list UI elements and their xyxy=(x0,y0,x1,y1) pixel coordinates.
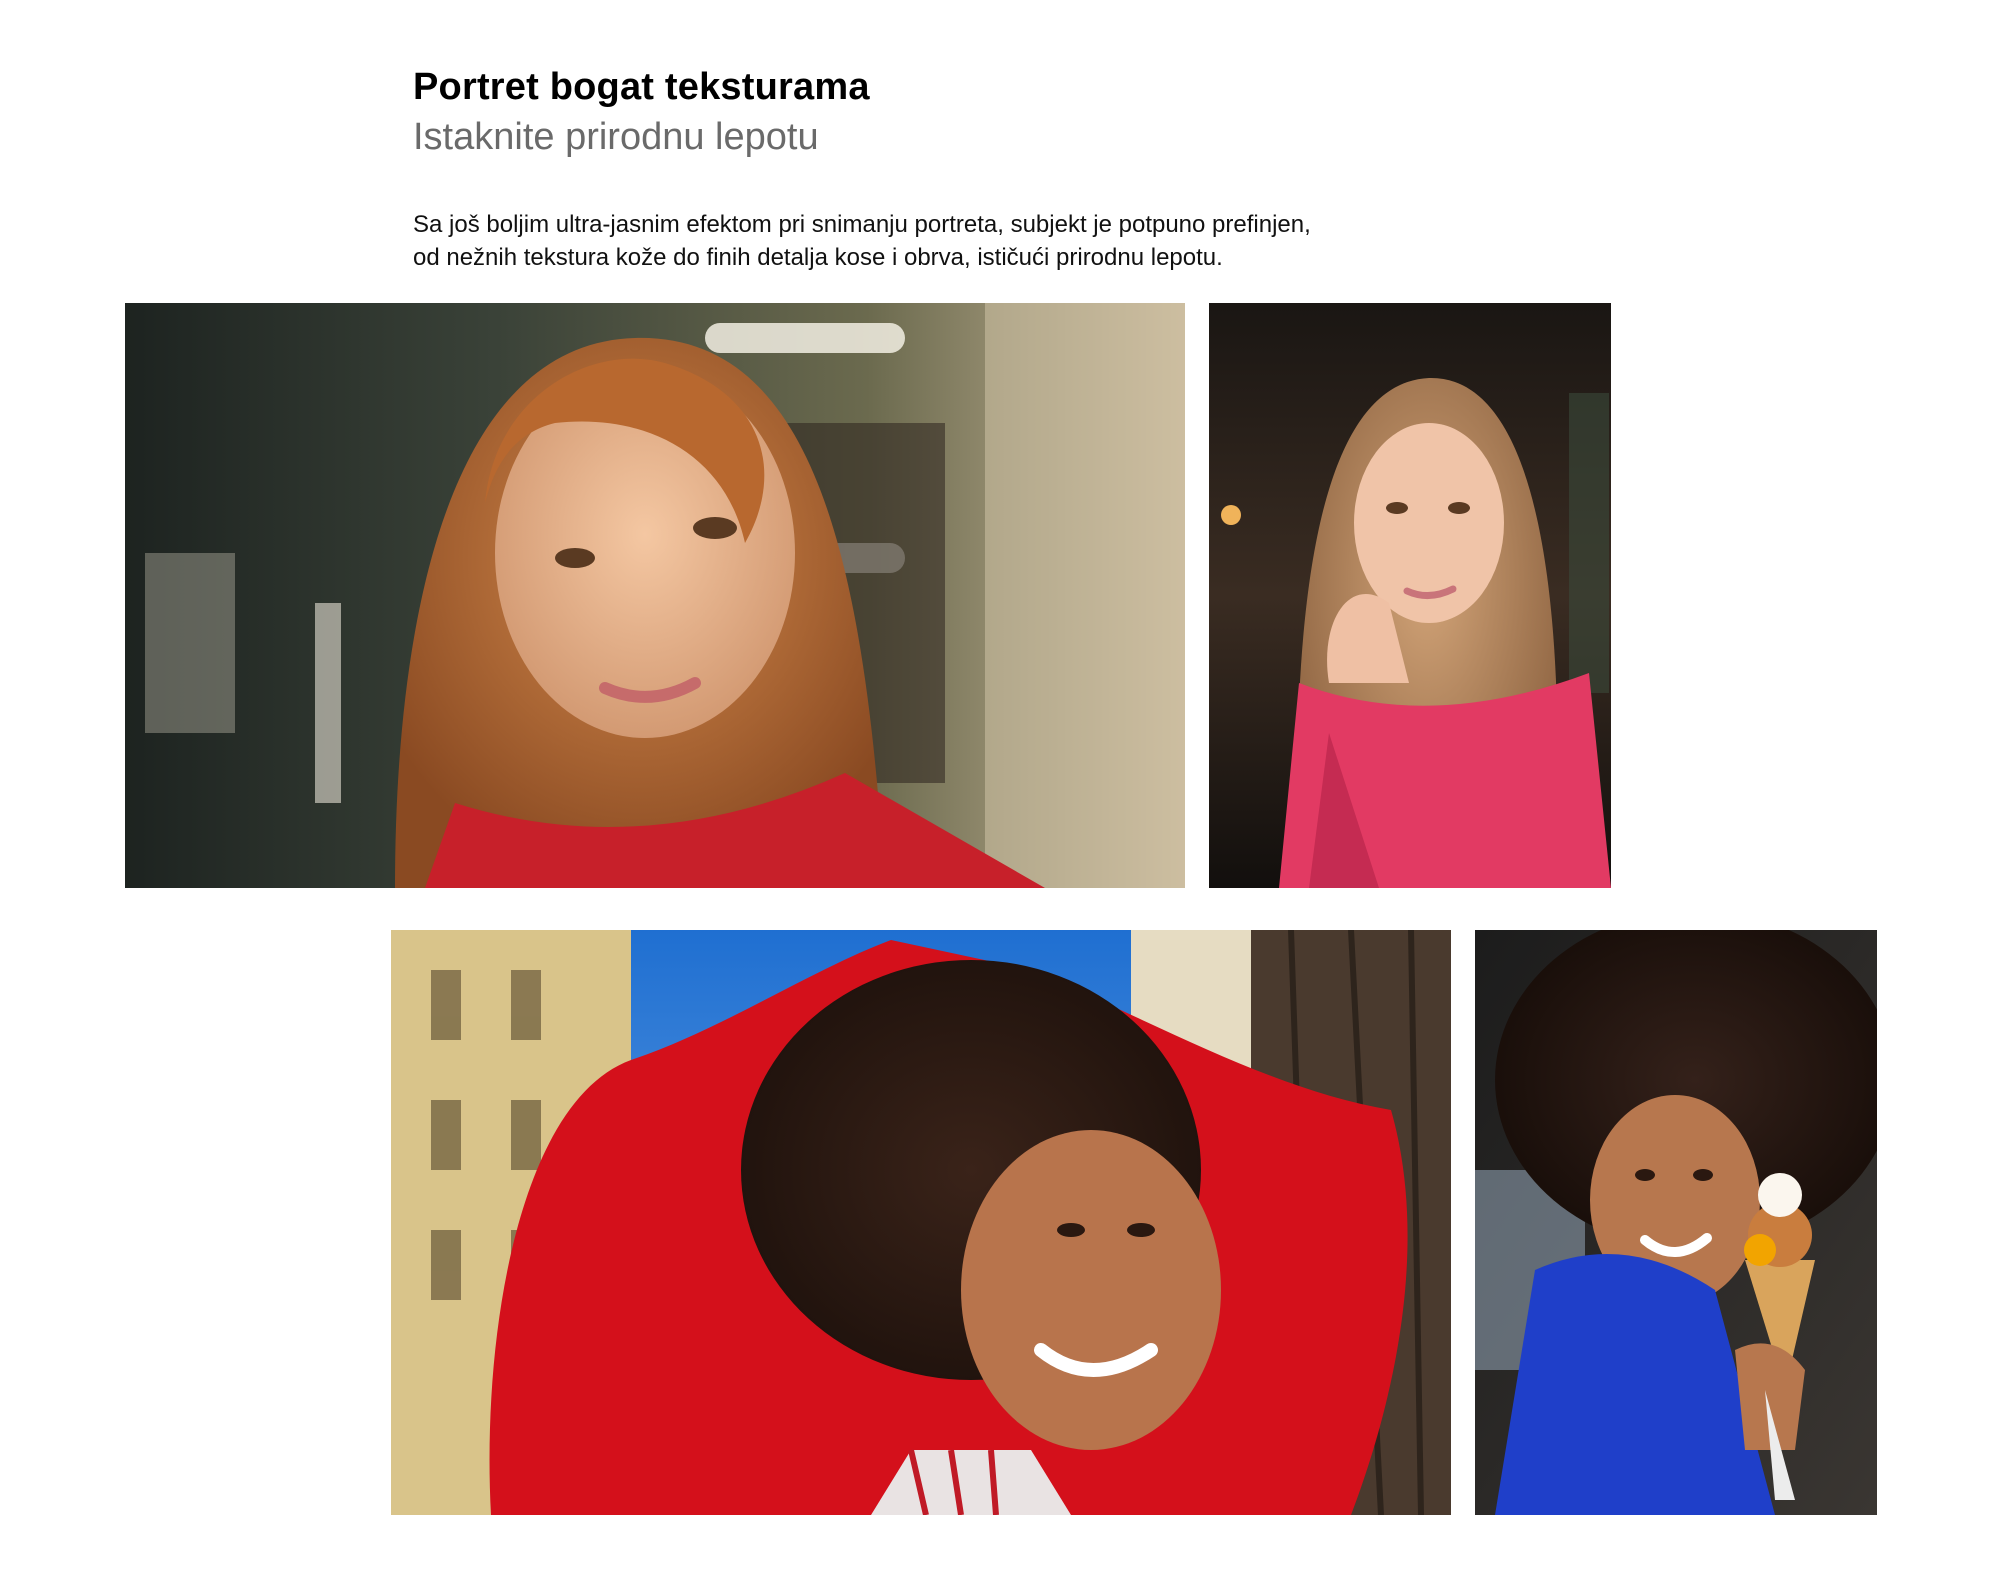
portrait-photo-4-image xyxy=(1475,930,1877,1515)
section-title: Portret bogat teksturama xyxy=(413,66,870,108)
portrait-photo-3-image xyxy=(391,930,1451,1515)
portrait-photo-3 xyxy=(391,930,1451,1515)
section-description: Sa još boljim ultra-jasnim efektom pri s… xyxy=(413,208,1533,274)
portrait-photo-1-image xyxy=(125,303,1185,888)
portrait-photo-1 xyxy=(125,303,1185,888)
portrait-photo-4 xyxy=(1475,930,1877,1515)
section-header: Portret bogat teksturama Istaknite priro… xyxy=(413,62,1513,162)
description-line-1: Sa još boljim ultra-jasnim efektom pri s… xyxy=(413,211,1311,238)
portrait-photo-2-image xyxy=(1209,303,1611,888)
description-line-2: od nežnih tekstura kože do finih detalja… xyxy=(413,244,1223,271)
section-subtitle: Istaknite prirodnu lepotu xyxy=(413,116,819,158)
portrait-photo-2 xyxy=(1209,303,1611,888)
